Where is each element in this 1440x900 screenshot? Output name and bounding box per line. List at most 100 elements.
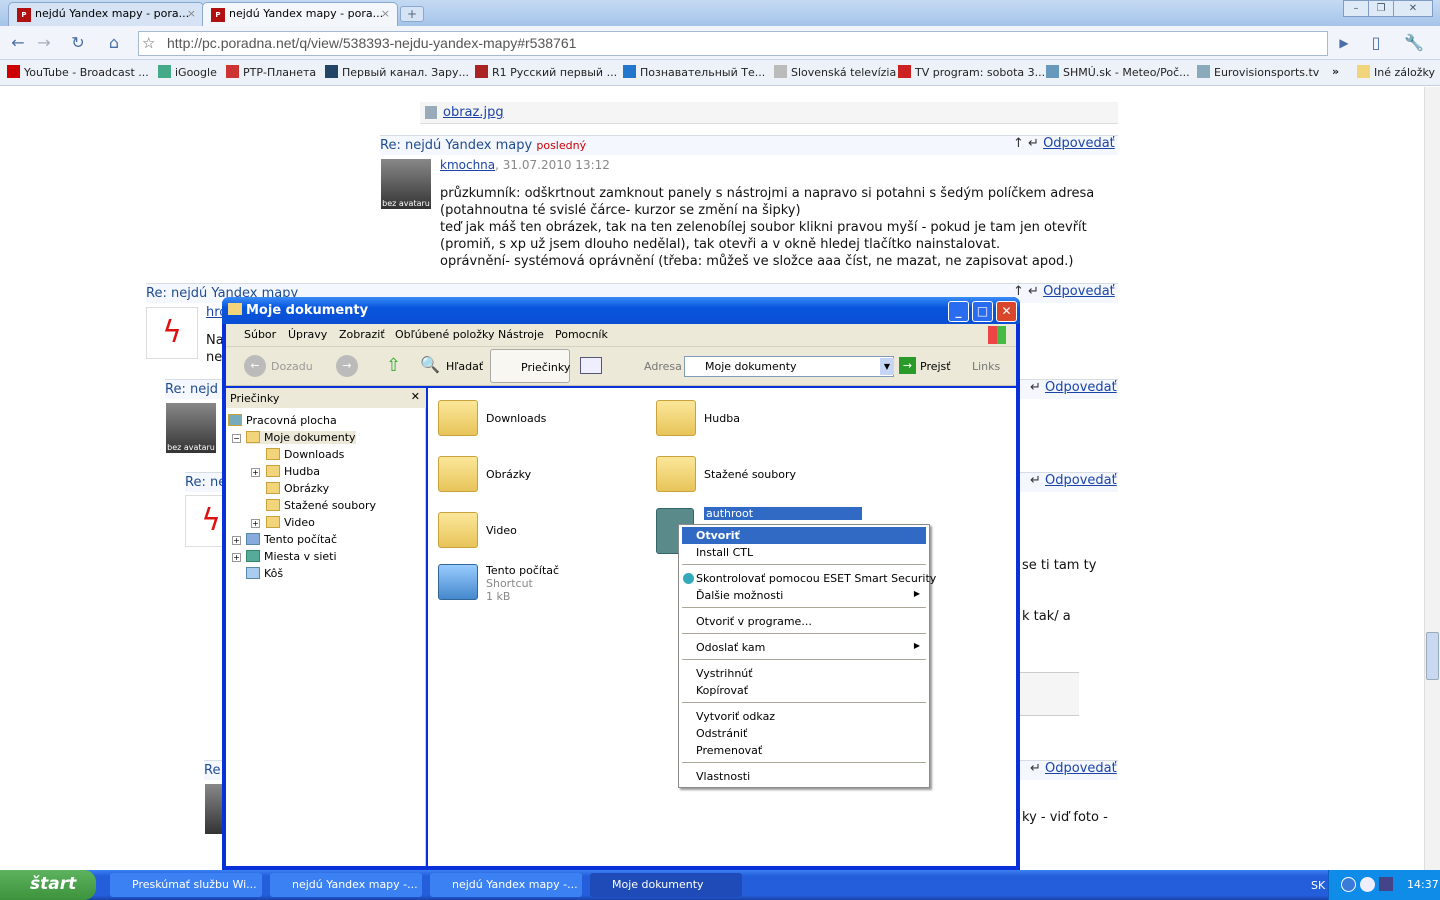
chevron-down-icon[interactable]: ▼ bbox=[880, 358, 894, 375]
file-label[interactable]: Stažené soubory bbox=[704, 468, 796, 481]
taskbar-item[interactable]: nejdú Yandex mapy -... bbox=[270, 873, 422, 897]
star-icon[interactable]: ☆ bbox=[142, 34, 155, 52]
tab-2[interactable]: Pnejdú Yandex mapy - pora... × bbox=[202, 2, 398, 26]
scrollbar-thumb[interactable] bbox=[1426, 632, 1439, 680]
close-button[interactable]: ✕ bbox=[1393, 0, 1433, 17]
menu-item-copy[interactable]: Kopírovať bbox=[682, 682, 926, 699]
video-folder-icon[interactable] bbox=[438, 512, 478, 548]
go-arrow-icon[interactable]: → bbox=[899, 357, 916, 374]
menu-item-more-options[interactable]: Ďalšie možnosti ▶ bbox=[682, 587, 926, 604]
start-button[interactable]: štart bbox=[0, 870, 96, 900]
tree-item-selected[interactable]: Moje dokumenty bbox=[246, 431, 356, 444]
clock[interactable]: 14:37 bbox=[1407, 878, 1439, 891]
window-title-bar[interactable]: Moje dokumenty _ □ ✕ bbox=[222, 297, 1020, 324]
attachment-link[interactable]: obraz.jpg bbox=[443, 105, 504, 120]
reply-link[interactable]: ↵ Odpovedať bbox=[1030, 380, 1117, 395]
other-bookmarks[interactable]: Iné záložky bbox=[1357, 65, 1435, 79]
tree-item[interactable]: Stažené soubory bbox=[266, 499, 376, 512]
tree-item[interactable]: Pracovná plocha bbox=[228, 414, 337, 427]
tree-item[interactable]: Video bbox=[266, 516, 315, 529]
bookmark[interactable]: Первый канал. Зару... bbox=[325, 65, 469, 79]
tree-item[interactable]: Miesta v sieti bbox=[246, 550, 337, 563]
network-tray-icon[interactable] bbox=[1379, 877, 1393, 891]
menu-view[interactable]: Zobraziť bbox=[339, 328, 385, 341]
more-bookmarks-icon[interactable]: » bbox=[1332, 65, 1339, 78]
menu-item-cut[interactable]: Vystrihnúť bbox=[682, 665, 926, 682]
tree-item[interactable]: Tento počítač bbox=[246, 533, 337, 546]
folder-icon[interactable] bbox=[438, 400, 478, 436]
menu-item-rename[interactable]: Premenovať bbox=[682, 742, 926, 759]
bookmark[interactable]: Slovenská televízia bbox=[774, 65, 896, 79]
tree-item[interactable]: Obrázky bbox=[266, 482, 329, 495]
file-label[interactable]: Video bbox=[486, 524, 517, 537]
bookmark[interactable]: TV program: sobota 3... bbox=[898, 65, 1045, 79]
forward-icon[interactable]: → bbox=[336, 355, 358, 377]
file-label[interactable]: Obrázky bbox=[486, 468, 531, 481]
bookmark[interactable]: Eurovisionsports.tv bbox=[1197, 65, 1319, 79]
home-icon[interactable]: ⌂ bbox=[102, 31, 126, 55]
bookmark[interactable]: iGoogle bbox=[158, 65, 217, 79]
computer-shortcut-icon[interactable] bbox=[438, 564, 478, 600]
links-button[interactable]: Links bbox=[972, 360, 1000, 373]
forward-icon[interactable]: → bbox=[32, 31, 56, 55]
file-label-selected[interactable]: authroot bbox=[704, 507, 862, 520]
close-tab-icon[interactable]: × bbox=[187, 7, 196, 20]
folders-button[interactable]: Priečinky bbox=[490, 349, 570, 383]
bookmark[interactable]: YouTube - Broadcast ... bbox=[7, 65, 149, 79]
views-icon[interactable] bbox=[580, 357, 602, 374]
close-pane-icon[interactable]: ✕ bbox=[411, 390, 420, 403]
go-button[interactable]: Prejsť bbox=[920, 360, 951, 373]
reply-link[interactable]: ↵ Odpovedať bbox=[1030, 761, 1117, 776]
vertical-scrollbar[interactable] bbox=[1424, 87, 1440, 870]
file-label[interactable]: Downloads bbox=[486, 412, 546, 425]
maximize-button[interactable]: □ bbox=[972, 301, 993, 322]
bookmark[interactable]: SHMÚ.sk - Meteo/Poč... bbox=[1046, 65, 1190, 79]
taskbar-item[interactable]: nejdú Yandex mapy -... bbox=[430, 873, 582, 897]
menu-help[interactable]: Pomocník bbox=[555, 328, 608, 341]
minimize-button[interactable]: _ bbox=[948, 301, 969, 322]
language-indicator[interactable]: SK bbox=[1311, 879, 1325, 892]
menu-item-delete[interactable]: Odstrániť bbox=[682, 725, 926, 742]
tree-item[interactable]: Hudba bbox=[266, 465, 320, 478]
close-tab-icon[interactable]: × bbox=[381, 7, 390, 20]
back-icon[interactable]: ← bbox=[6, 31, 30, 55]
menu-item-open-with[interactable]: Otvoriť v programe... bbox=[682, 613, 926, 630]
tab-1[interactable]: Pnejdú Yandex mapy - pora... × bbox=[8, 2, 204, 26]
back-button[interactable]: Dozadu bbox=[271, 360, 313, 373]
reply-link[interactable]: ↑ ↵ Odpovedať bbox=[1013, 284, 1115, 299]
bookmark[interactable]: R1 Русский первый ... bbox=[475, 65, 617, 79]
taskbar-item-active[interactable]: Moje dokumenty bbox=[590, 873, 742, 897]
menu-edit[interactable]: Úpravy bbox=[288, 328, 327, 341]
up-folder-icon[interactable]: ⇧ bbox=[386, 355, 401, 376]
eset-tray-icon[interactable] bbox=[1360, 877, 1375, 892]
go-icon[interactable]: ▶ bbox=[1332, 31, 1356, 55]
menu-item-open[interactable]: Otvoriť bbox=[682, 527, 926, 544]
reply-link[interactable]: ↵ Odpovedať bbox=[1030, 473, 1117, 488]
reload-icon[interactable]: ↻ bbox=[66, 31, 90, 55]
tree-item[interactable]: Kôš bbox=[246, 567, 283, 580]
pictures-folder-icon[interactable] bbox=[438, 456, 478, 492]
menu-file[interactable]: Súbor bbox=[244, 328, 276, 341]
new-tab-button[interactable]: + bbox=[400, 6, 424, 22]
tray-expand-icon[interactable] bbox=[1341, 877, 1356, 892]
folder-icon[interactable] bbox=[656, 456, 696, 492]
minimize-button[interactable]: – bbox=[1343, 0, 1369, 17]
bookmark[interactable]: Познавательный Те... bbox=[623, 65, 765, 79]
address-bar[interactable]: http://pc.poradna.net/q/view/538393-nejd… bbox=[138, 31, 1328, 56]
author-link[interactable]: kmochna bbox=[440, 158, 495, 172]
collapse-icon[interactable]: − bbox=[232, 434, 241, 443]
menu-item-send-to[interactable]: Odoslať kam ▶ bbox=[682, 639, 926, 656]
file-label[interactable]: Hudba bbox=[704, 412, 740, 425]
address-field[interactable]: Moje dokumenty bbox=[684, 356, 894, 377]
expand-icon[interactable]: + bbox=[251, 519, 260, 528]
taskbar-item[interactable]: Preskúmať službu Wi... bbox=[110, 873, 262, 897]
close-button[interactable]: ✕ bbox=[996, 301, 1017, 322]
back-icon[interactable]: ← bbox=[244, 355, 266, 377]
wrench-icon[interactable]: 🔧 bbox=[1402, 31, 1426, 55]
reply-link[interactable]: ↑ ↵ Odpovedať bbox=[1013, 136, 1115, 151]
menu-item-properties[interactable]: Vlastnosti bbox=[682, 768, 926, 785]
menu-tools[interactable]: Nástroje bbox=[498, 328, 544, 341]
bookmark[interactable]: РТР-Планета bbox=[226, 65, 316, 79]
expand-icon[interactable]: + bbox=[232, 536, 241, 545]
restore-button[interactable]: ❐ bbox=[1368, 0, 1394, 17]
